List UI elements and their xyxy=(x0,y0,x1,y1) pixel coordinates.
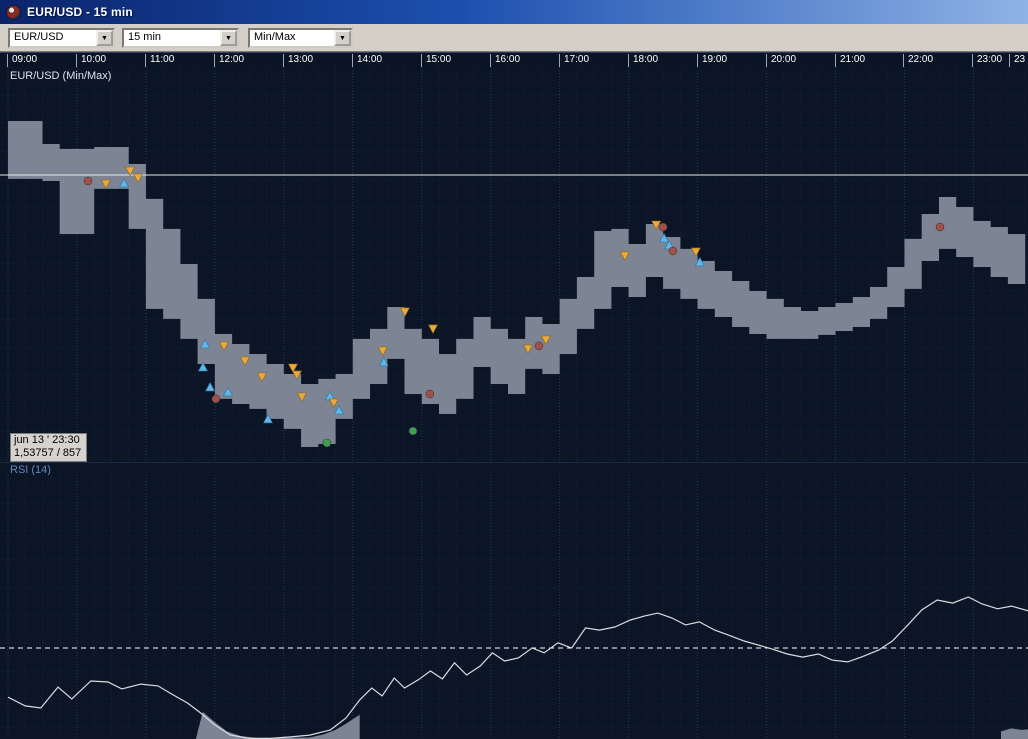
price-pane[interactable]: EUR/USD (Min/Max) jun 13 ' 23:30 1,53757… xyxy=(0,67,1028,462)
rsi-oversold-fill xyxy=(1001,728,1028,739)
symbol-select[interactable]: EUR/USD ▼ xyxy=(8,28,115,48)
app-window: EUR/USD - 15 min EUR/USD ▼ 15 min ▼ Min/… xyxy=(0,0,1028,739)
chevron-down-icon: ▼ xyxy=(225,35,232,42)
price-chart[interactable] xyxy=(0,67,1028,462)
price-pane-label: EUR/USD (Min/Max) xyxy=(10,70,111,82)
green-dot-marker-icon xyxy=(323,439,331,447)
red-dot-marker-icon xyxy=(426,390,434,398)
time-axis-label: 18:00 xyxy=(628,54,658,67)
rsi-pane-header: RSI (14) xyxy=(0,462,1028,475)
time-axis-label: 19:00 xyxy=(697,54,727,67)
buy-signal-icon xyxy=(206,383,215,392)
chevron-down-icon: ▼ xyxy=(101,35,108,42)
red-dot-marker-icon xyxy=(535,342,543,350)
red-dot-marker-icon xyxy=(669,247,677,255)
time-axis-label: 09:00 xyxy=(7,54,37,67)
green-dot-marker-icon xyxy=(409,427,417,435)
time-axis-label: 13:00 xyxy=(283,54,313,67)
time-axis-label: 23:00 xyxy=(972,54,1002,67)
red-dot-marker-icon xyxy=(936,223,944,231)
symbol-dropdown-button[interactable]: ▼ xyxy=(96,30,113,46)
window-title: EUR/USD - 15 min xyxy=(27,5,133,19)
symbol-select-value: EUR/USD xyxy=(10,30,96,46)
sell-signal-icon xyxy=(429,325,438,334)
minmax-band xyxy=(8,121,1025,447)
time-axis-label: 15:00 xyxy=(421,54,451,67)
chart-type-select-value: Min/Max xyxy=(250,30,334,46)
rsi-line xyxy=(8,597,1028,738)
app-icon[interactable] xyxy=(6,5,21,20)
chart-type-select[interactable]: Min/Max ▼ xyxy=(248,28,353,48)
rsi-pane[interactable] xyxy=(0,475,1028,739)
time-axis[interactable]: 09:00 10:00 11:00 12:00 13:00 14:00 15:00 16:00… xyxy=(0,52,1028,67)
crosshair-tooltip: jun 13 ' 23:30 1,53757 / 857 xyxy=(10,433,87,462)
time-axis-label: 20:00 xyxy=(766,54,796,67)
red-dot-marker-icon xyxy=(212,395,220,403)
time-axis-label: 10:00 xyxy=(76,54,106,67)
time-axis-label: 12:00 xyxy=(214,54,244,67)
time-axis-label: 17:00 xyxy=(559,54,589,67)
chart-type-dropdown-button[interactable]: ▼ xyxy=(334,30,351,46)
chevron-down-icon: ▼ xyxy=(339,35,346,42)
interval-select-value: 15 min xyxy=(124,30,220,46)
interval-dropdown-button[interactable]: ▼ xyxy=(220,30,237,46)
toolbar: EUR/USD ▼ 15 min ▼ Min/Max ▼ xyxy=(0,24,1028,52)
time-axis-label: 11:00 xyxy=(145,54,174,67)
time-axis-label: 16:00 xyxy=(490,54,520,67)
tooltip-minmax-values: 1,53757 / 857 xyxy=(14,447,81,460)
time-axis-label: 21:00 xyxy=(835,54,865,67)
time-axis-label: 22:00 xyxy=(903,54,933,67)
red-dot-marker-icon xyxy=(84,177,92,185)
time-axis-label: 23 xyxy=(1009,54,1025,67)
time-axis-label: 14:00 xyxy=(352,54,382,67)
tooltip-datetime: jun 13 ' 23:30 xyxy=(14,434,81,447)
interval-select[interactable]: 15 min ▼ xyxy=(122,28,239,48)
title-bar[interactable]: EUR/USD - 15 min xyxy=(0,0,1028,24)
red-dot-marker-icon xyxy=(659,223,667,231)
rsi-chart[interactable] xyxy=(0,475,1028,739)
